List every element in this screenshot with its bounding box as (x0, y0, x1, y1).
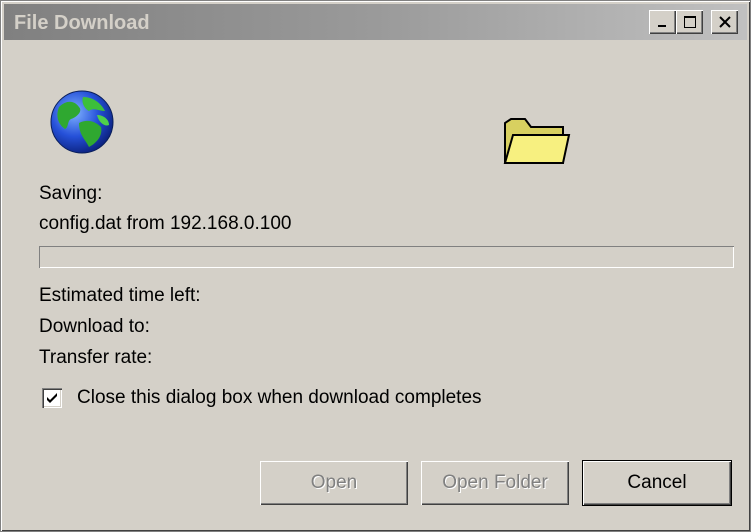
close-when-complete-checkbox[interactable] (42, 388, 62, 408)
window-title: File Download (14, 12, 150, 34)
maximize-button[interactable] (676, 10, 703, 34)
close-when-complete-label[interactable]: Close this dialog box when download comp… (77, 387, 482, 409)
minimize-button[interactable] (649, 10, 676, 34)
estimated-time-label: Estimated time left: (39, 285, 201, 306)
open-folder-button[interactable]: Open Folder (421, 461, 569, 505)
minimize-icon (657, 25, 666, 27)
maximize-icon (683, 16, 696, 28)
saving-label: Saving: (39, 183, 103, 204)
folder-icon (503, 118, 571, 164)
close-button[interactable] (711, 10, 738, 34)
cancel-button[interactable]: Cancel (583, 461, 731, 505)
close-icon (718, 16, 731, 28)
file-download-dialog: File Download Saving: config.dat from 19… (0, 0, 751, 532)
download-progress-bar (39, 246, 734, 268)
open-button[interactable]: Open (260, 461, 408, 505)
checkmark-icon (47, 393, 57, 403)
globe-icon (50, 90, 114, 154)
transfer-rate-label: Transfer rate: (39, 347, 153, 368)
title-bar[interactable]: File Download (4, 4, 747, 40)
file-source-text: config.dat from 192.168.0.100 (39, 213, 292, 234)
download-to-label: Download to: (39, 316, 150, 337)
